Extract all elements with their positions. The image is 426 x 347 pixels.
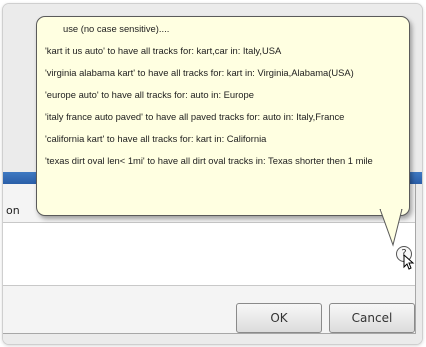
tooltip-line: 'italy france auto paved' to have all pa… xyxy=(45,111,345,122)
cancel-button[interactable]: Cancel xyxy=(329,303,415,333)
tooltip-text: use (no case sensitive).... 'kart it us … xyxy=(45,23,401,177)
partial-label: on xyxy=(6,204,20,217)
help-tooltip: use (no case sensitive).... 'kart it us … xyxy=(36,16,410,216)
tooltip-line: 'texas dirt oval len< 1mi' to have all d… xyxy=(45,155,373,166)
screenshot-frame: on ? OK Cancel use (no case sensitive)..… xyxy=(2,3,423,345)
search-input-area[interactable] xyxy=(3,222,415,286)
tooltip-tail xyxy=(379,209,403,247)
mouse-pointer-icon xyxy=(403,254,415,270)
tooltip-line: 'kart it us auto' to have all tracks for… xyxy=(45,45,282,56)
tooltip-line: 'europe auto' to have all tracks for: au… xyxy=(45,89,254,100)
tooltip-line: use (no case sensitive).... xyxy=(63,23,170,34)
tooltip-line: 'virginia alabama kart' to have all trac… xyxy=(45,67,354,78)
ok-button[interactable]: OK xyxy=(236,303,322,333)
tooltip-line: 'california kart' to have all tracks for… xyxy=(45,133,267,144)
